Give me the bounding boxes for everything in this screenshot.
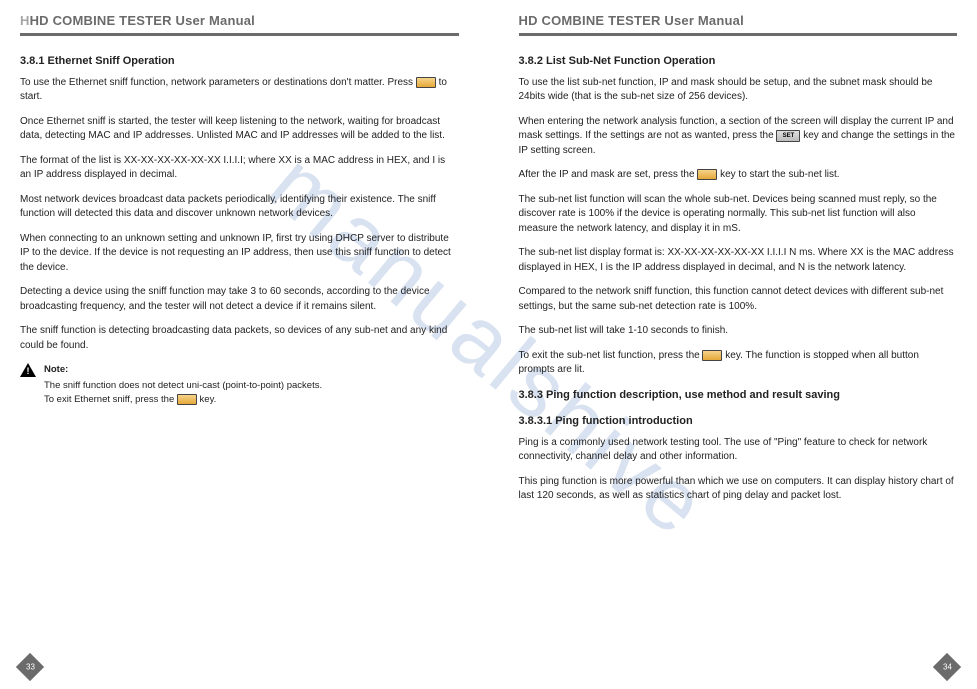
para-l5: When connecting to an unknown setting an… <box>20 232 459 276</box>
para-r4: The sub-net list function will scan the … <box>519 193 958 237</box>
note-body: Note: The sniff function does not detect… <box>44 363 322 406</box>
subnet-exit-key-icon <box>702 350 722 361</box>
note-label: Note: <box>44 363 322 377</box>
note-line-2b: key. <box>200 394 217 405</box>
para-r2: When entering the network analysis funct… <box>519 115 958 159</box>
para-l6: Detecting a device using the sniff funct… <box>20 285 459 314</box>
para-r9: Ping is a commonly used network testing … <box>519 436 958 465</box>
para-r5: The sub-net list display format is: XX-X… <box>519 246 958 275</box>
para-l1a: To use the Ethernet sniff function, netw… <box>20 77 416 88</box>
left-header-text: HD COMBINE TESTER User Manual <box>30 13 255 28</box>
left-page: HHD COMBINE TESTER User Manual 3.8.1 Eth… <box>20 12 459 679</box>
left-header: HHD COMBINE TESTER User Manual <box>20 12 459 36</box>
section-3-8-3-1-title: 3.8.3.1 Ping function introduction <box>519 414 958 430</box>
section-3-8-1-title: 3.8.1 Ethernet Sniff Operation <box>20 54 459 70</box>
exit-key-icon <box>177 394 197 405</box>
para-r3b: key to start the sub-net list. <box>720 169 840 180</box>
para-r1: To use the list sub-net function, IP and… <box>519 76 958 105</box>
para-r3a: After the IP and mask are set, press the <box>519 169 698 180</box>
left-page-number: 33 <box>26 661 35 673</box>
start-key-icon <box>416 77 436 88</box>
right-header: HD COMBINE TESTER User Manual <box>519 12 958 36</box>
note-block: Note: The sniff function does not detect… <box>20 363 459 406</box>
manual-spread: HHD COMBINE TESTER User Manual 3.8.1 Eth… <box>0 0 977 689</box>
right-page-number-badge: 34 <box>933 653 961 681</box>
para-r10: This ping function is more powerful than… <box>519 475 958 504</box>
subnet-start-key-icon <box>697 169 717 180</box>
para-l7: The sniff function is detecting broadcas… <box>20 324 459 353</box>
para-l4: Most network devices broadcast data pack… <box>20 193 459 222</box>
para-l3: The format of the list is XX-XX-XX-XX-XX… <box>20 154 459 183</box>
section-3-8-3-title: 3.8.3 Ping function description, use met… <box>519 388 958 404</box>
para-r7: The sub-net list will take 1-10 seconds … <box>519 324 958 339</box>
para-r8a: To exit the sub-net list function, press… <box>519 350 703 361</box>
para-r8: To exit the sub-net list function, press… <box>519 349 958 378</box>
note-line-1: The sniff function does not detect uni-c… <box>44 379 322 393</box>
right-page-number: 34 <box>943 661 952 673</box>
para-r6: Compared to the network sniff function, … <box>519 285 958 314</box>
note-line-2a: To exit Ethernet sniff, press the <box>44 394 177 405</box>
para-l2: Once Ethernet sniff is started, the test… <box>20 115 459 144</box>
warning-icon <box>20 363 36 377</box>
para-l1: To use the Ethernet sniff function, netw… <box>20 76 459 105</box>
right-page: HD COMBINE TESTER User Manual 3.8.2 List… <box>519 12 958 679</box>
set-key-icon: SET <box>776 130 800 142</box>
para-r3: After the IP and mask are set, press the… <box>519 168 958 183</box>
right-header-text: HD COMBINE TESTER User Manual <box>519 13 744 28</box>
section-3-8-2-title: 3.8.2 List Sub-Net Function Operation <box>519 54 958 70</box>
note-line-2: To exit Ethernet sniff, press the key. <box>44 393 322 407</box>
left-page-number-badge: 33 <box>16 653 44 681</box>
